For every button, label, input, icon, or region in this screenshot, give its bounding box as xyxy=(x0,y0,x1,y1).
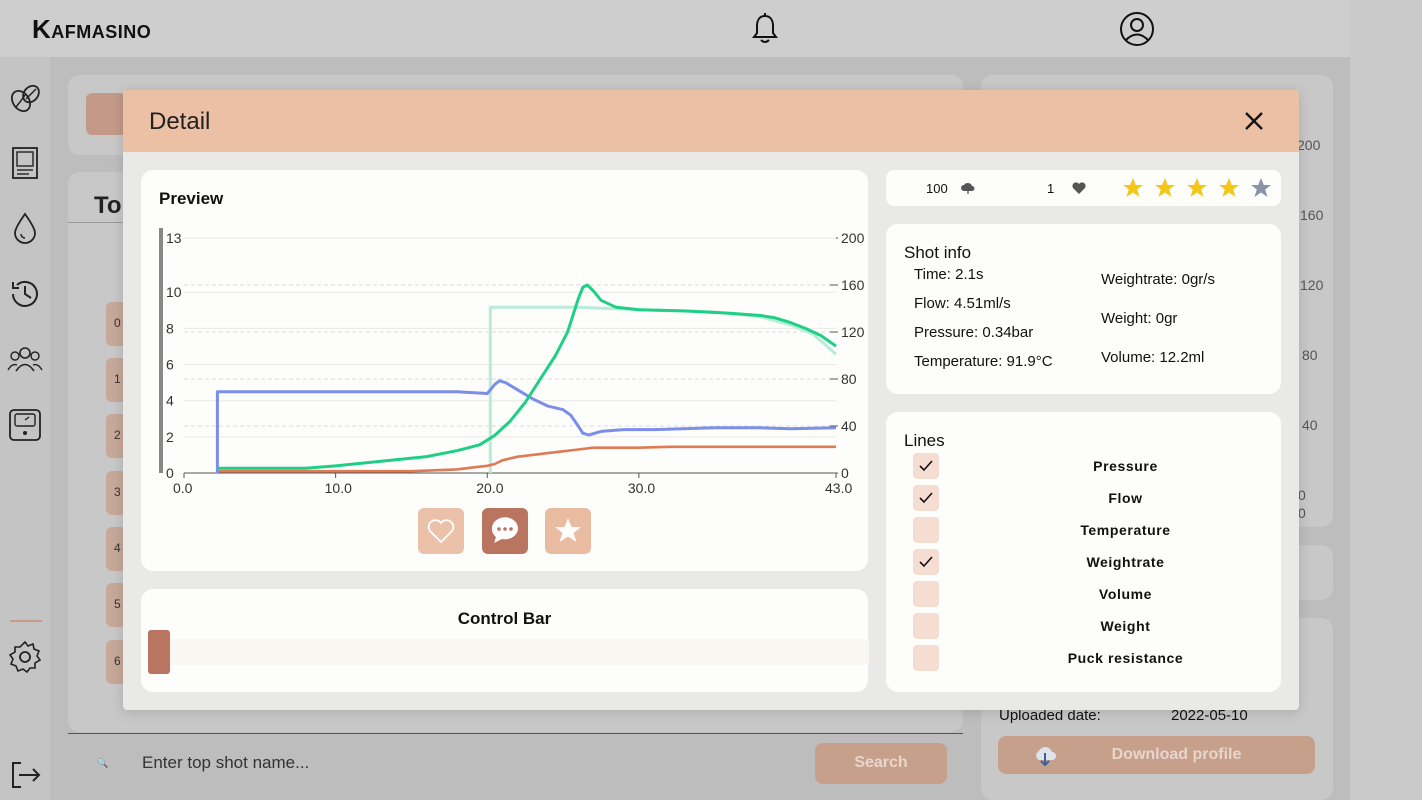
left-axis-tick-label: 8 xyxy=(166,320,174,336)
line-toggle-volume[interactable]: Volume xyxy=(913,581,1283,607)
close-icon[interactable] xyxy=(1239,106,1269,136)
line-toggle-puck-resistance[interactable]: Puck resistance xyxy=(913,645,1283,671)
x-axis-tick-label: 43.0 xyxy=(825,480,852,496)
line-toggle-label: Flow xyxy=(1108,490,1143,506)
shot-time: Time: 2.1s xyxy=(914,266,984,283)
x-axis-tick-label: 30.0 xyxy=(628,480,655,496)
heart-icon xyxy=(427,519,455,544)
modal-title: Detail xyxy=(149,108,211,135)
preview-panel: Preview 0 40 80 120 160 200 0 2 4 6 8 10 13 0.0 10.0 20… xyxy=(141,170,868,571)
checkmark-icon xyxy=(919,460,933,472)
checkmark-icon xyxy=(919,492,933,504)
shot-temperature: Temperature: 91.9°C xyxy=(914,353,1053,370)
line-toggle-label: Weight xyxy=(1100,618,1151,634)
lines-title: Lines xyxy=(904,431,945,450)
shot-weight: Weight: 0gr xyxy=(1101,310,1178,327)
right-axis-tick-label: 0 xyxy=(841,465,849,481)
rating-star-icon[interactable] xyxy=(1218,177,1240,199)
right-axis-tick-label: 160 xyxy=(841,277,865,293)
rating-star-icon[interactable] xyxy=(1154,177,1176,199)
rating-star-icon[interactable] xyxy=(1250,177,1272,199)
x-axis-tick-label: 20.0 xyxy=(476,480,503,496)
shot-info-panel: Shot info Time: 2.1s Flow: 4.51ml/s Pres… xyxy=(886,224,1281,394)
heart-icon xyxy=(1072,182,1086,194)
comment-bubble-icon xyxy=(491,517,518,543)
left-axis-tick-label: 0 xyxy=(166,465,174,481)
x-axis-tick-label: 0.0 xyxy=(173,480,193,496)
right-axis-tick-label: 80 xyxy=(841,371,857,387)
comment-button[interactable] xyxy=(482,508,528,554)
shot-info-title: Shot info xyxy=(904,243,972,262)
right-axis-tick-label: 120 xyxy=(841,324,865,340)
line-toggle-label: Weightrate xyxy=(1086,554,1165,570)
checkbox[interactable] xyxy=(913,453,939,479)
right-axis-tick-label: 40 xyxy=(841,418,857,434)
series-line-2 xyxy=(217,283,837,470)
series-line-1 xyxy=(215,379,837,473)
checkbox[interactable] xyxy=(913,613,939,639)
line-toggle-weightrate[interactable]: Weightrate xyxy=(913,549,1283,575)
x-axis-tick-label: 10.0 xyxy=(325,480,352,496)
line-toggle-label: Pressure xyxy=(1093,458,1158,474)
checkbox[interactable] xyxy=(913,581,939,607)
control-bar-track[interactable] xyxy=(165,639,869,665)
checkmark-icon xyxy=(919,556,933,568)
left-axis-tick-label: 2 xyxy=(166,429,174,445)
modal-header: Detail xyxy=(123,90,1299,152)
like-count: 1 xyxy=(1047,181,1055,196)
stats-panel: 100 1 xyxy=(886,170,1281,206)
line-toggle-label: Volume xyxy=(1098,586,1153,602)
shot-flow: Flow: 4.51ml/s xyxy=(914,295,1011,312)
control-bar-thumb[interactable] xyxy=(148,630,170,674)
checkbox[interactable] xyxy=(913,645,939,671)
checkbox[interactable] xyxy=(913,485,939,511)
shot-pressure: Pressure: 0.34bar xyxy=(914,324,1034,341)
download-count: 100 xyxy=(926,181,948,196)
left-axis-tick-label: 4 xyxy=(166,393,174,409)
right-axis-tick-label: 200 xyxy=(841,230,865,246)
line-toggle-flow[interactable]: Flow xyxy=(913,485,1283,511)
line-toggle-weight[interactable]: Weight xyxy=(913,613,1283,639)
left-axis-tick-label: 13 xyxy=(166,230,182,246)
line-toggle-pressure[interactable]: Pressure xyxy=(913,453,1283,479)
left-axis-tick-label: 10 xyxy=(166,284,182,300)
line-toggle-label: Temperature xyxy=(1080,522,1171,538)
like-button[interactable] xyxy=(418,508,464,554)
shot-volume: Volume: 12.2ml xyxy=(1101,349,1205,366)
line-toggle-temperature[interactable]: Temperature xyxy=(913,517,1283,543)
favorite-button[interactable] xyxy=(545,508,591,554)
cloud-download-icon xyxy=(961,182,975,194)
star-icon xyxy=(555,518,581,542)
detail-modal: Detail Preview 0 40 80 120 160 200 0 2 4 6 8 10 13 0.… xyxy=(123,90,1299,710)
lines-panel: Lines Pressure Flow Temperature Weightrate V… xyxy=(886,412,1281,692)
shot-weightrate: Weightrate: 0gr/s xyxy=(1101,271,1215,288)
left-axis-tick-label: 6 xyxy=(166,357,174,373)
rating-star-icon[interactable] xyxy=(1186,177,1208,199)
checkbox[interactable] xyxy=(913,517,939,543)
control-bar-title: Control Bar xyxy=(457,609,552,628)
checkbox[interactable] xyxy=(913,549,939,575)
line-toggle-label: Puck resistance xyxy=(1067,650,1184,666)
rating-star-icon[interactable] xyxy=(1122,177,1144,199)
